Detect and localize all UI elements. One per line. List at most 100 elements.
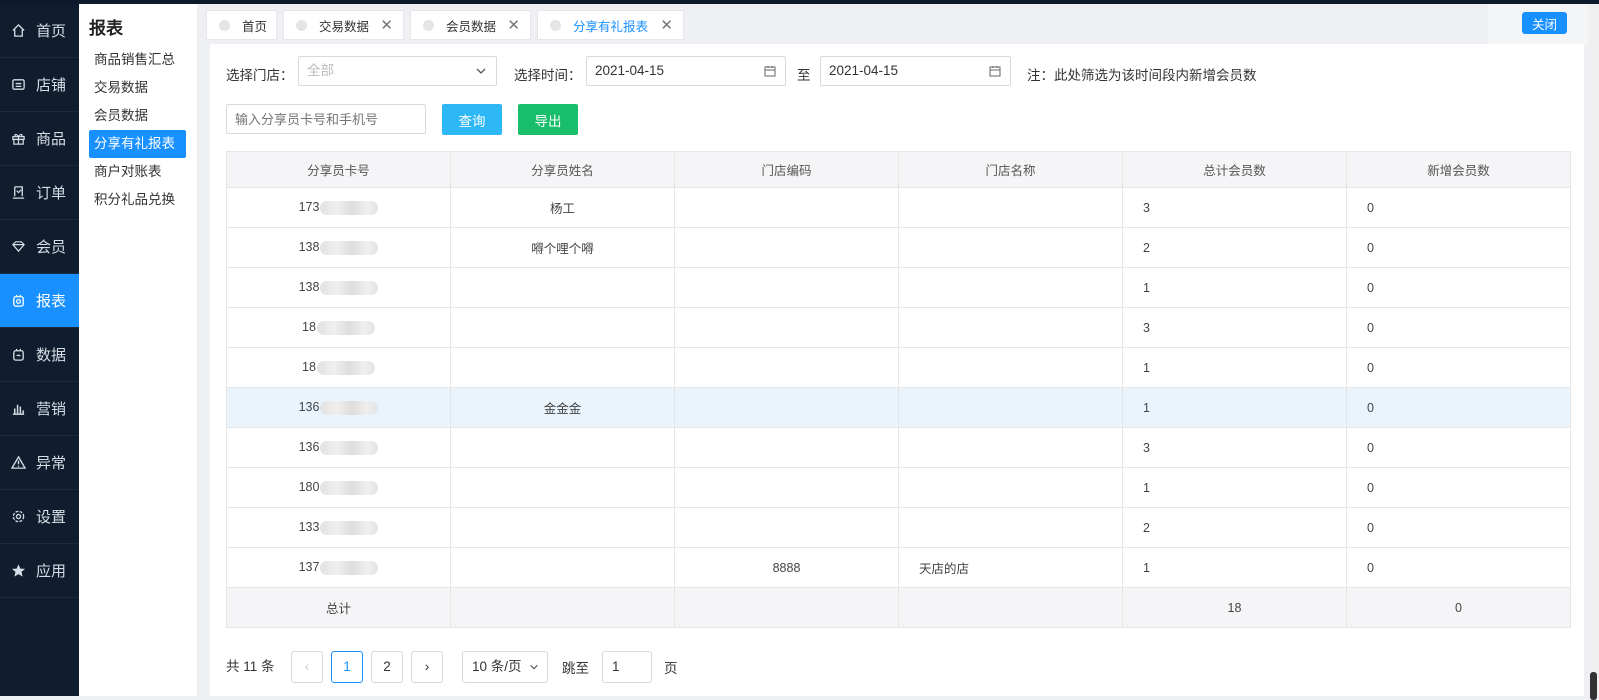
nav-item-exception[interactable]: 异常 bbox=[0, 436, 79, 490]
store-select[interactable]: 全部 bbox=[298, 56, 497, 86]
tab-home[interactable]: 首页 bbox=[206, 10, 277, 40]
prev-page-button[interactable]: ‹ bbox=[291, 651, 323, 683]
summary-label: 总计 bbox=[226, 587, 451, 628]
nav-label: 店铺 bbox=[36, 77, 67, 94]
data-icon bbox=[13, 348, 24, 361]
close-icon[interactable]: ✕ bbox=[507, 16, 520, 34]
nav-item-home[interactable]: 首页 bbox=[0, 4, 79, 58]
page-1-button[interactable]: 1 bbox=[331, 651, 363, 683]
total-members-cell: 3 bbox=[1122, 307, 1347, 348]
nav-item-goods[interactable]: 商品 bbox=[0, 112, 79, 166]
report-icon bbox=[13, 294, 24, 307]
store-code-cell: 8888 bbox=[674, 547, 899, 588]
submenu-item-member-data[interactable]: 会员数据 bbox=[89, 102, 186, 130]
store-name-cell bbox=[898, 427, 1123, 468]
column-header[interactable]: 分享员姓名 bbox=[450, 151, 675, 188]
nav-item-apps[interactable]: 应用 bbox=[0, 544, 79, 598]
start-date-input[interactable]: 2021-04-15 bbox=[586, 56, 786, 86]
end-date-input[interactable]: 2021-04-15 bbox=[820, 56, 1011, 86]
submenu-item-transaction-data[interactable]: 交易数据 bbox=[89, 74, 186, 102]
card-number-cell: 136 bbox=[226, 387, 451, 428]
total-members-cell: 1 bbox=[1122, 347, 1347, 388]
table-row[interactable]: 136 3 0 bbox=[226, 427, 1571, 468]
bar-chart-icon bbox=[12, 404, 25, 415]
redacted-blur bbox=[320, 280, 379, 295]
tab-bar: 首页 交易数据 ✕ 会员数据 ✕ 分享有礼报表 ✕ bbox=[197, 4, 1488, 44]
total-members-cell: 2 bbox=[1122, 227, 1347, 268]
close-icon[interactable]: ✕ bbox=[380, 16, 393, 34]
search-input[interactable] bbox=[226, 104, 426, 134]
submenu-item-sales-summary[interactable]: 商品销售汇总 bbox=[89, 46, 186, 74]
card-number-cell: 136 bbox=[226, 427, 451, 468]
store-name-cell bbox=[898, 507, 1123, 548]
column-header[interactable]: 分享员卡号 bbox=[226, 151, 451, 188]
total-members-cell: 1 bbox=[1122, 267, 1347, 308]
new-members-cell: 0 bbox=[1346, 427, 1571, 468]
nav-item-member[interactable]: 会员 bbox=[0, 220, 79, 274]
submenu-item-merchant-reconciliation[interactable]: 商户对账表 bbox=[89, 158, 186, 186]
tab-member-data[interactable]: 会员数据 ✕ bbox=[410, 10, 531, 40]
nav-label: 会员 bbox=[36, 239, 67, 256]
submenu-item-points-exchange[interactable]: 积分礼品兑换 bbox=[89, 186, 186, 214]
card-number-cell: 18 bbox=[226, 347, 451, 388]
store-select-value: 全部 bbox=[307, 63, 334, 78]
nav-item-marketing[interactable]: 营销 bbox=[0, 382, 79, 436]
store-code-cell bbox=[674, 267, 899, 308]
nav-item-order[interactable]: 订单 bbox=[0, 166, 79, 220]
table-row[interactable]: 18 3 0 bbox=[226, 307, 1571, 348]
page-size-select[interactable]: 10 条/页 bbox=[462, 651, 548, 683]
column-header[interactable]: 新增会员数 bbox=[1346, 151, 1571, 188]
summary-total-members: 18 bbox=[1122, 587, 1347, 628]
next-page-button[interactable]: › bbox=[411, 651, 443, 683]
order-icon bbox=[12, 186, 25, 199]
tab-share-report[interactable]: 分享有礼报表 ✕ bbox=[537, 10, 684, 40]
table-row[interactable]: 173 杨工 3 0 bbox=[226, 187, 1571, 228]
export-button[interactable]: 导出 bbox=[518, 104, 578, 135]
column-header[interactable]: 总计会员数 bbox=[1122, 151, 1347, 188]
card-number-prefix: 180 bbox=[298, 480, 320, 495]
table-row[interactable]: 18 1 0 bbox=[226, 347, 1571, 388]
store-code-cell bbox=[674, 387, 899, 428]
card-number-cell: 173 bbox=[226, 187, 451, 228]
close-icon[interactable]: ✕ bbox=[660, 16, 673, 34]
nav-label: 报表 bbox=[36, 293, 67, 310]
redacted-blur bbox=[316, 360, 375, 375]
warning-icon bbox=[11, 455, 26, 469]
store-name-cell bbox=[898, 267, 1123, 308]
new-members-cell: 0 bbox=[1346, 227, 1571, 268]
gear-icon bbox=[12, 510, 25, 523]
table-row[interactable]: 133 2 0 bbox=[226, 507, 1571, 548]
tab-label: 分享有礼报表 bbox=[573, 19, 649, 34]
table-row[interactable]: 138 嘚个哩个嘚 2 0 bbox=[226, 227, 1571, 268]
summary-empty-cell bbox=[450, 587, 675, 628]
table-row[interactable]: 138 1 0 bbox=[226, 267, 1571, 308]
date-range-separator: 至 bbox=[797, 68, 811, 83]
page-scrollbar[interactable] bbox=[1588, 4, 1599, 700]
store-code-cell bbox=[674, 467, 899, 508]
nav-item-store[interactable]: 店铺 bbox=[0, 58, 79, 112]
table-row[interactable]: 137 8888 天店的店 1 0 bbox=[226, 547, 1571, 588]
card-number-cell: 133 bbox=[226, 507, 451, 548]
sharer-name-cell bbox=[450, 507, 675, 548]
table-row-highlighted[interactable]: 136 金金金 1 0 bbox=[226, 387, 1571, 428]
sharer-name-cell bbox=[450, 267, 675, 308]
sharer-name-cell: 杨工 bbox=[450, 187, 675, 228]
nav-item-data[interactable]: 数据 bbox=[0, 328, 79, 382]
sharer-name-cell bbox=[450, 467, 675, 508]
submenu-item-share-report[interactable]: 分享有礼报表 bbox=[89, 130, 186, 158]
close-all-button[interactable]: 关闭 bbox=[1522, 12, 1567, 34]
column-header[interactable]: 门店编码 bbox=[674, 151, 899, 188]
jump-to-page-input[interactable]: 1 bbox=[602, 651, 652, 683]
summary-row: 总计 18 0 bbox=[226, 587, 1571, 628]
nav-item-settings[interactable]: 设置 bbox=[0, 490, 79, 544]
column-header[interactable]: 门店名称 bbox=[898, 151, 1123, 188]
nav-item-report[interactable]: 报表 bbox=[0, 274, 79, 328]
total-members-cell: 1 bbox=[1122, 387, 1347, 428]
query-button[interactable]: 查询 bbox=[442, 104, 502, 135]
card-number-prefix: 137 bbox=[298, 560, 320, 575]
tab-transaction-data[interactable]: 交易数据 ✕ bbox=[283, 10, 404, 40]
total-members-cell: 3 bbox=[1122, 187, 1347, 228]
table-row[interactable]: 180 1 0 bbox=[226, 467, 1571, 508]
page-2-button[interactable]: 2 bbox=[371, 651, 403, 683]
store-code-cell bbox=[674, 227, 899, 268]
